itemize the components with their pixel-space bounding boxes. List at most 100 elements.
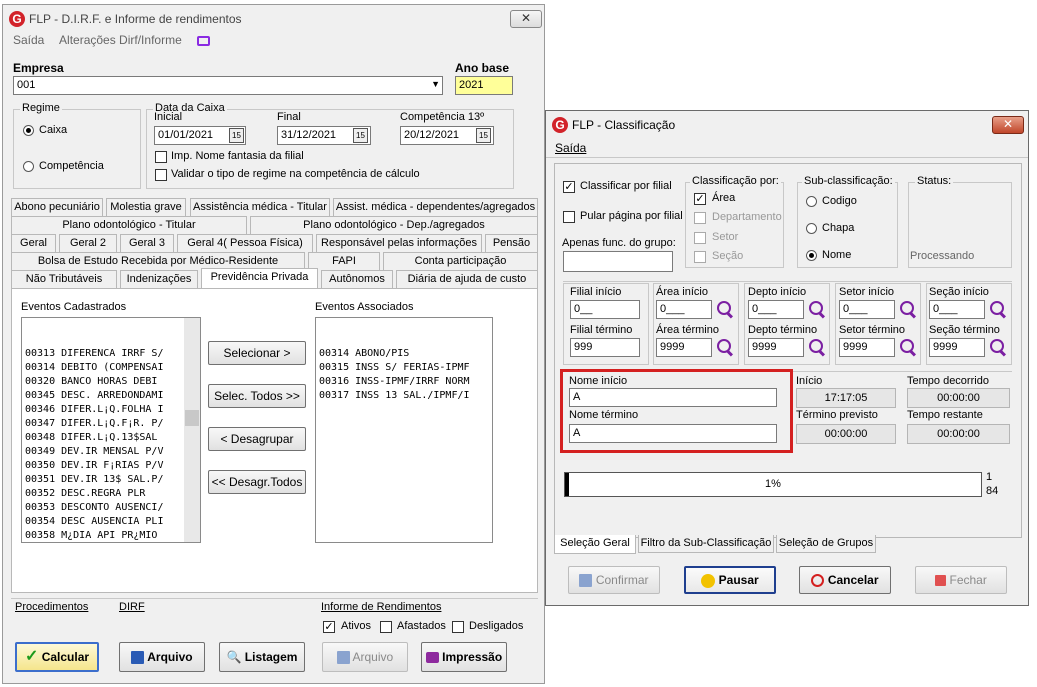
selec-todos-button[interactable]: Selec. Todos >>: [208, 384, 306, 408]
search-icon[interactable]: [899, 338, 917, 356]
setor-termino-input[interactable]: 9999: [839, 338, 895, 357]
listagem-button[interactable]: 🔍 Listagem: [219, 642, 305, 672]
calendar-icon[interactable]: 15: [476, 128, 491, 143]
menu-saida[interactable]: Saída: [13, 33, 44, 47]
list-item[interactable]: 00353 DESCONTO AUSENCI/: [25, 501, 197, 515]
search-icon[interactable]: [989, 300, 1007, 318]
class-departamento-checkbox[interactable]: [694, 212, 706, 224]
main-titlebar[interactable]: G FLP - D.I.R.F. e Informe de rendimento…: [3, 5, 544, 33]
list-item[interactable]: 00350 DEV.IR F¡RIAS P/V: [25, 459, 197, 473]
close-button[interactable]: ✕: [510, 10, 542, 28]
cancelar-button[interactable]: Cancelar: [799, 566, 891, 594]
tab-indenizacoes[interactable]: Indenizações: [120, 270, 198, 288]
ano-base-input[interactable]: 2021: [455, 76, 513, 95]
validar-checkbox[interactable]: [155, 169, 167, 181]
desligados-checkbox[interactable]: [452, 621, 464, 633]
tab-pensao[interactable]: Pensão: [485, 234, 538, 252]
pular-pagina-checkbox[interactable]: [563, 211, 575, 223]
list-item[interactable]: 00314 DEBITO (COMPENSAI: [25, 361, 197, 375]
eventos-associados-list[interactable]: 00314 ABONO/PIS 00315 INSS S/ FERIAS-IPMF…: [315, 317, 493, 543]
regime-caixa-radio[interactable]: [23, 125, 34, 136]
calendar-icon[interactable]: 15: [229, 128, 244, 143]
afastados-checkbox[interactable]: [380, 621, 392, 633]
tab-diaria[interactable]: Diária de ajuda de custo: [396, 270, 538, 288]
tab-previdencia-privada[interactable]: Previdência Privada: [201, 268, 318, 289]
tab-assist-dependentes[interactable]: Assist. médica - dependentes/agregados: [333, 198, 538, 216]
list-item[interactable]: 00348 DIFER.L¡Q.13$SAL: [25, 431, 197, 445]
list-item[interactable]: 00316 INSS-IPMF/IRRF NORM: [319, 375, 489, 389]
scroll-thumb[interactable]: [185, 410, 199, 426]
list-item[interactable]: 00315 INSS S/ FERIAS-IPMF: [319, 361, 489, 375]
class-secao-checkbox[interactable]: [694, 251, 706, 263]
search-icon[interactable]: [989, 338, 1007, 356]
classificar-filial-checkbox[interactable]: ✓: [563, 181, 575, 193]
list-item[interactable]: 00346 DIFER.L¡Q.FOLHA I: [25, 403, 197, 417]
tab-filtro-subclass[interactable]: Filtro da Sub-Classificação: [638, 535, 774, 553]
list-item[interactable]: 00320 BANCO HORAS DEBI: [25, 375, 197, 389]
list-item[interactable]: 00313 DIFERENCA IRRF S/: [25, 347, 197, 361]
apenas-func-input[interactable]: [563, 251, 673, 272]
tab-geral[interactable]: Geral: [11, 234, 56, 252]
desagrupar-button[interactable]: < Desagrupar: [208, 427, 306, 451]
filial-inicio-input[interactable]: 0__: [570, 300, 640, 319]
list-item[interactable]: 00354 DESC AUSENCIA PLI: [25, 515, 197, 529]
arquivo-button[interactable]: Arquivo: [119, 642, 205, 672]
dialog-titlebar[interactable]: G FLP - Classificação ✕: [546, 111, 1028, 139]
sub-nome-radio[interactable]: [806, 250, 817, 261]
calcular-button[interactable]: ✓ Calcular: [15, 642, 99, 672]
list-item[interactable]: 00352 DESC.REGRA PLR: [25, 487, 197, 501]
pausar-button[interactable]: Pausar: [684, 566, 776, 594]
monitor-icon[interactable]: [197, 35, 211, 46]
class-setor-checkbox[interactable]: [694, 232, 706, 244]
secao-termino-input[interactable]: 9999: [929, 338, 985, 357]
tab-molestia[interactable]: Molestia grave: [106, 198, 186, 216]
scrollbar[interactable]: [184, 318, 200, 542]
search-icon[interactable]: [716, 338, 734, 356]
list-item[interactable]: 00347 DIFER.L¡Q.F¡R. P/: [25, 417, 197, 431]
arquivo-informe-button[interactable]: Arquivo: [322, 642, 408, 672]
tab-nao-tributaveis[interactable]: Não Tributáveis: [11, 270, 117, 288]
search-icon[interactable]: [808, 300, 826, 318]
list-item[interactable]: 00358 M¿DIA API PR¿MIO: [25, 529, 197, 542]
eventos-cadastrados-list[interactable]: 00313 DIFERENCA IRRF S/00314 DEBITO (COM…: [21, 317, 201, 543]
sub-chapa-radio[interactable]: [806, 223, 817, 234]
menu-alteracoes[interactable]: Alterações Dirf/Informe: [59, 33, 182, 47]
tab-autonomos[interactable]: Autônomos: [321, 270, 393, 288]
imp-nome-checkbox[interactable]: [155, 151, 167, 163]
empresa-select[interactable]: 001 ▼: [13, 76, 443, 95]
class-area-checkbox[interactable]: ✓: [694, 193, 706, 205]
selecionar-button[interactable]: Selecionar >: [208, 341, 306, 365]
desagr-todos-button[interactable]: << Desagr.Todos: [208, 470, 306, 494]
list-item[interactable]: 00317 INSS 13 SAL./IPMF/I: [319, 389, 489, 403]
sub-codigo-radio[interactable]: [806, 196, 817, 207]
list-item[interactable]: 00345 DESC. ARREDONDAMI: [25, 389, 197, 403]
impressao-button[interactable]: Impressão: [421, 642, 507, 672]
secao-inicio-input[interactable]: 0___: [929, 300, 985, 319]
list-item[interactable]: 00314 ABONO/PIS: [319, 347, 489, 361]
tab-fapi[interactable]: FAPI: [308, 252, 380, 270]
chevron-down-icon[interactable]: ▼: [431, 79, 440, 89]
tab-odonto-dep[interactable]: Plano odontológico - Dep./agregados: [250, 216, 538, 234]
depto-termino-input[interactable]: 9999: [748, 338, 804, 357]
tab-responsavel[interactable]: Responsável pelas informações: [316, 234, 482, 252]
tab-assist-titular[interactable]: Assistência médica - Titular: [190, 198, 330, 216]
tab-selecao-grupos[interactable]: Seleção de Grupos: [776, 535, 876, 553]
list-item[interactable]: 00349 DEV.IR MENSAL P/V: [25, 445, 197, 459]
tab-geral-2[interactable]: Geral 2: [59, 234, 117, 252]
dialog-close-button[interactable]: ✕: [992, 116, 1024, 134]
filial-termino-input[interactable]: 999: [570, 338, 640, 357]
search-icon[interactable]: [716, 300, 734, 318]
area-inicio-input[interactable]: 0___: [656, 300, 712, 319]
calendar-icon[interactable]: 15: [353, 128, 368, 143]
tab-conta-participacao[interactable]: Conta participação: [383, 252, 538, 270]
area-termino-input[interactable]: 9999: [656, 338, 712, 357]
tab-geral-4[interactable]: Geral 4( Pessoa Física): [177, 234, 313, 252]
ativos-checkbox[interactable]: ✓: [323, 621, 335, 633]
tab-selecao-geral[interactable]: Seleção Geral: [554, 535, 636, 554]
search-icon[interactable]: [808, 338, 826, 356]
tab-geral-3[interactable]: Geral 3: [120, 234, 174, 252]
fechar-button[interactable]: Fechar: [915, 566, 1007, 594]
tab-abono[interactable]: Abono pecuniário: [11, 198, 103, 216]
setor-inicio-input[interactable]: 0___: [839, 300, 895, 319]
regime-competencia-radio[interactable]: [23, 161, 34, 172]
